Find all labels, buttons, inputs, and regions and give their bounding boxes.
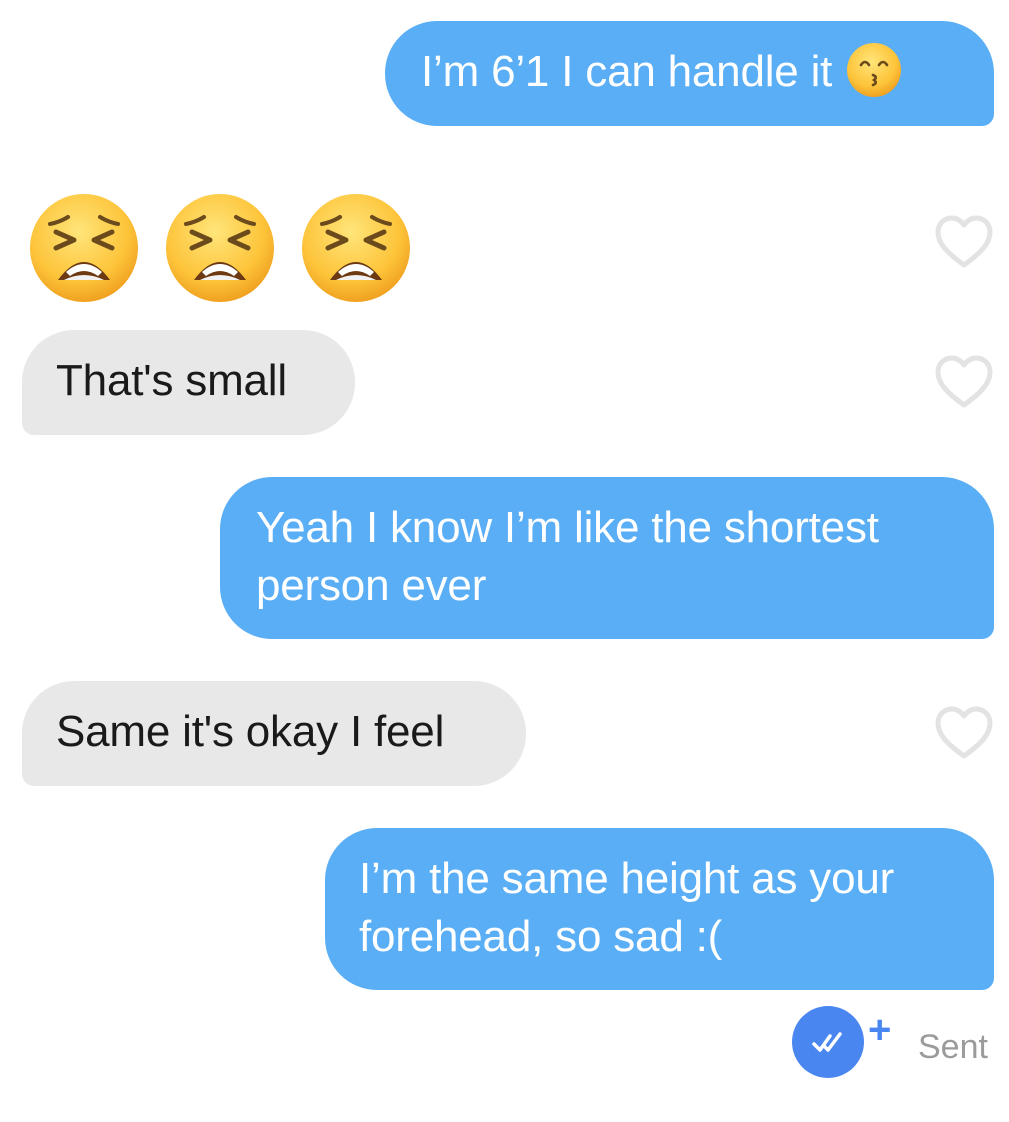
message-text: Same it's okay I feel (56, 707, 445, 756)
incoming-message-bubble[interactable]: Same it's okay I feel (22, 681, 526, 786)
kissing-face-with-smiling-eyes-icon (847, 43, 902, 98)
double-check-icon (812, 1032, 842, 1052)
message-text-line: Yeah I know I’m like the shortest (256, 503, 879, 552)
message-text-line: person ever (256, 561, 487, 610)
emoji-message[interactable] (22, 186, 422, 308)
read-receipt-badge[interactable] (792, 1006, 864, 1078)
message-text-line: I’m the same height as your (359, 854, 895, 903)
like-heart-icon[interactable] (934, 705, 994, 761)
message-text: I’m 6’1 I can handle it (421, 47, 833, 96)
incoming-message-bubble[interactable]: That's small (22, 330, 355, 435)
tired-face-icon (302, 194, 410, 302)
outgoing-message-bubble[interactable]: Yeah I know I’m like the shortest person… (220, 477, 994, 639)
outgoing-message-bubble[interactable]: I’m the same height as your forehead, so… (325, 828, 994, 990)
message-text: That's small (56, 356, 287, 405)
tired-face-icon (30, 194, 138, 302)
message-text-line: forehead, so sad :( (359, 912, 723, 961)
tired-face-icon (166, 194, 274, 302)
like-heart-icon[interactable] (934, 354, 994, 410)
sent-status: Sent (918, 1028, 988, 1066)
like-heart-icon[interactable] (934, 214, 994, 270)
outgoing-message-bubble[interactable]: I’m 6’1 I can handle it (385, 21, 994, 126)
plus-icon[interactable]: + (868, 1010, 891, 1050)
